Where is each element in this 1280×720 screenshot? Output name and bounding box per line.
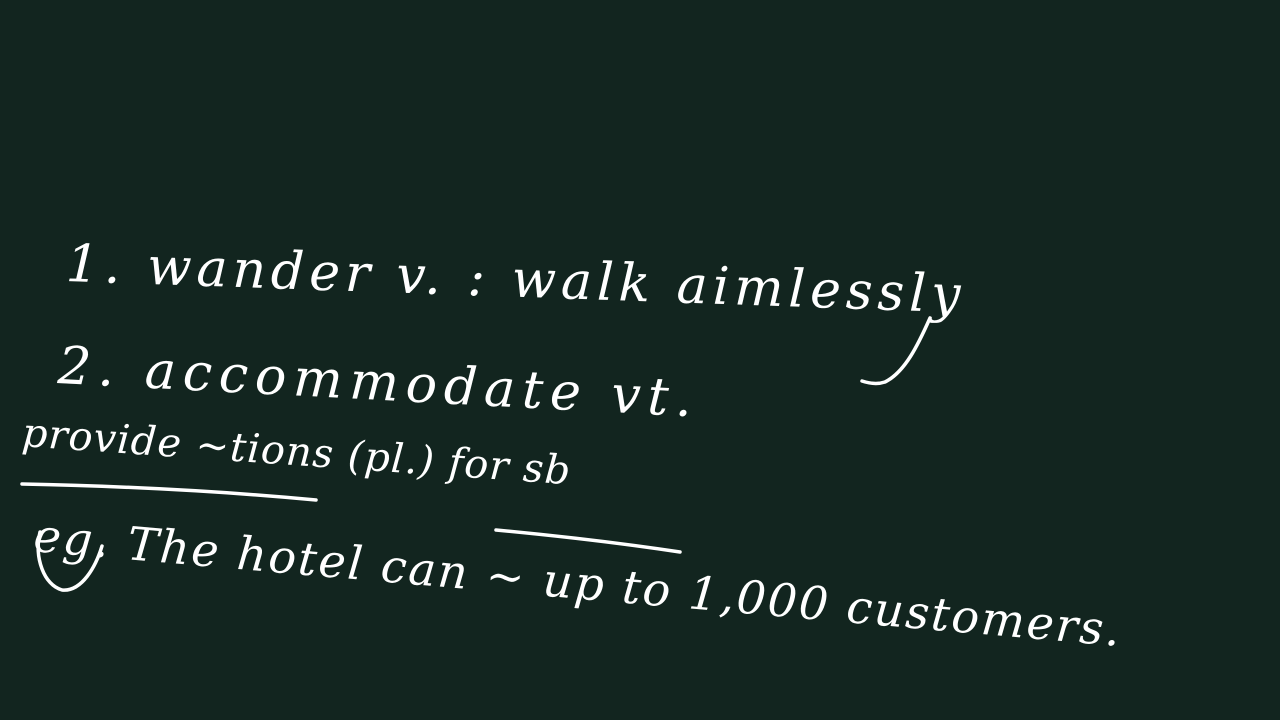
definition-line: provide ~tions (pl.) for sb bbox=[20, 410, 573, 495]
y-tail-stroke bbox=[860, 316, 932, 386]
example-sentence: eg. The hotel can ~ up to 1,000 customer… bbox=[31, 508, 1125, 658]
vocab-line-wander: 1. wander v. : walk aimlessly bbox=[64, 234, 967, 326]
vocab-line-accommodate: 2. accommodate vt. bbox=[56, 336, 701, 430]
underline-provide bbox=[20, 482, 318, 502]
underline-for-sb bbox=[494, 528, 682, 554]
chalkboard: 1. wander v. : walk aimlessly 2. accommo… bbox=[0, 0, 1280, 720]
